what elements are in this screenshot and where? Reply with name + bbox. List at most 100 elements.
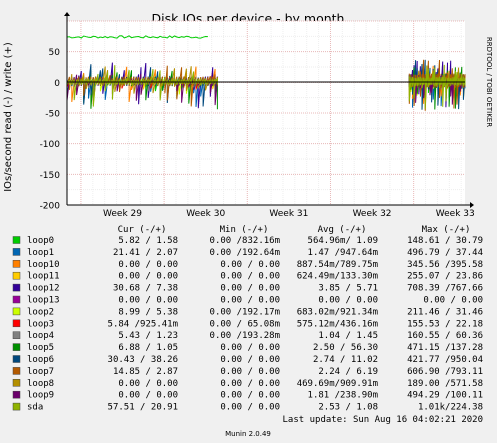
legend-avg-loop13: 0.00 / 0.00	[318, 296, 378, 306]
x-tick-label: Week 29	[103, 209, 142, 219]
legend-swatch-loop5	[12, 343, 21, 351]
legend-avg-loop0: 564.96m/ 1.09	[308, 236, 378, 246]
legend-swatch-loop9	[12, 390, 21, 399]
legend-swatch-loop2	[12, 307, 21, 316]
legend-name-loop6: loop6	[27, 355, 54, 365]
legend-max-loop2: 211.46 / 31.46	[407, 307, 483, 317]
legend-max-loop5: 471.15 /137.28	[407, 343, 483, 353]
legend-min-sda: 0.00 / 0.00	[220, 403, 280, 413]
legend-max-loop9: 494.29 /100.11	[407, 391, 483, 401]
legend-max-loop3: 155.53 / 22.18	[407, 319, 483, 329]
legend-cur-loop12: 30.68 / 7.38	[113, 284, 178, 294]
legend-name-loop13: loop13	[27, 296, 60, 306]
legend-avg-loop9: 1.81 /238.90m	[308, 391, 378, 401]
legend-name-loop0: loop0	[27, 236, 54, 246]
legend-cur-loop3: 5.84 /925.41m	[108, 319, 178, 329]
legend-avg-loop6: 2.74 / 11.02	[313, 355, 378, 365]
legend-cur-loop6: 30.43 / 38.26	[108, 355, 178, 365]
y-tick-label: 0	[54, 79, 60, 89]
legend-avg-loop11: 624.49m/133.30m	[297, 272, 378, 282]
legend-name-loop12: loop12	[27, 284, 60, 294]
legend-swatch-loop6	[12, 355, 21, 363]
legend-name-loop1: loop1	[27, 248, 54, 258]
legend-min-loop4: 0.00 /193.28m	[210, 331, 280, 341]
legend-avg-loop5: 2.50 / 56.30	[313, 343, 378, 353]
legend-cur-loop1: 21.41 / 2.07	[113, 248, 178, 258]
legend-cur-loop7: 14.85 / 2.87	[113, 367, 178, 377]
legend-min-loop10: 0.00 / 0.00	[220, 260, 280, 270]
legend-max-loop8: 189.00 /571.58	[407, 379, 483, 389]
legend-cur-loop2: 8.99 / 5.38	[118, 307, 178, 317]
legend-min-loop5: 0.00 / 0.00	[220, 343, 280, 353]
legend-max-loop6: 421.77 /950.04	[407, 355, 483, 365]
legend-header-max: Max (-/+)	[422, 225, 471, 235]
legend-name-loop2: loop2	[27, 307, 54, 317]
y-tick-label: -50	[45, 110, 60, 120]
legend-min-loop13: 0.00 / 0.00	[220, 296, 280, 306]
legend-min-loop12: 0.00 / 0.00	[220, 284, 280, 294]
legend-swatch-sda	[12, 402, 21, 411]
legend-min-loop0: 0.00 /832.16m	[210, 236, 280, 246]
y-tick-label: -150	[40, 171, 61, 181]
legend-swatch-loop11	[12, 271, 21, 280]
legend-swatch-loop0	[12, 236, 21, 244]
legend-max-loop4: 160.55 / 60.36	[407, 331, 483, 341]
legend-name-loop11: loop11	[27, 272, 60, 282]
legend-avg-loop3: 575.12m/436.16m	[297, 319, 378, 329]
y-tick-label: -200	[40, 202, 61, 212]
legend-swatch-loop3	[12, 319, 21, 328]
legend-name-sda: sda	[27, 403, 43, 413]
legend-max-loop10: 345.56 /395.58	[407, 260, 483, 270]
legend-cur-loop8: 0.00 / 0.00	[118, 379, 178, 389]
legend-avg-loop7: 2.24 / 6.19	[318, 367, 378, 377]
munin-version: Munin 2.0.49	[225, 430, 271, 438]
x-tick-label: Week 33	[436, 209, 475, 219]
last-update: Last update: Sun Aug 16 04:02:21 2020	[283, 415, 483, 425]
rrdtool-credit: RRDTOOL / TOBI OETIKER	[485, 37, 493, 127]
legend-max-loop1: 496.79 / 37.44	[407, 248, 483, 258]
legend-min-loop9: 0.00 / 0.00	[220, 391, 280, 401]
y-tick-label: -100	[40, 140, 61, 150]
legend-header-cur: Cur (-/+)	[118, 225, 167, 235]
legend-min-loop6: 0.00 / 0.00	[220, 355, 280, 365]
legend-cur-loop10: 0.00 / 0.00	[118, 260, 178, 270]
legend-cur-loop4: 5.43 / 1.23	[118, 331, 178, 341]
chart: Disk IOs per device - by month IOs/secon…	[0, 0, 497, 443]
legend-swatch-loop13	[12, 295, 21, 304]
legend-header-avg: Avg (-/+)	[318, 225, 367, 235]
legend-name-loop9: loop9	[27, 391, 54, 401]
legend-min-loop3: 0.00 / 65.08m	[210, 319, 280, 329]
legend-name-loop4: loop4	[27, 331, 54, 341]
legend-max-loop12: 708.39 /767.66	[407, 284, 483, 294]
legend-avg-loop8: 469.69m/909.91m	[297, 379, 378, 389]
legend-avg-loop12: 3.85 / 5.71	[318, 284, 378, 294]
x-tick-label: Week 30	[186, 209, 225, 219]
legend-swatch-loop4	[12, 331, 21, 339]
legend-avg-loop1: 1.47 /947.64m	[308, 248, 378, 258]
legend-max-loop11: 255.07 / 23.86	[407, 272, 483, 282]
legend-min-loop8: 0.00 / 0.00	[220, 379, 280, 389]
legend-max-loop7: 606.90 /793.11	[407, 367, 483, 377]
legend-header-min: Min (-/+)	[220, 225, 269, 235]
legend-swatch-loop10	[12, 260, 21, 268]
legend-avg-sda: 2.53 / 1.08	[318, 403, 378, 413]
legend-cur-loop13: 0.00 / 0.00	[118, 296, 178, 306]
legend-cur-loop5: 6.88 / 1.05	[118, 343, 178, 353]
x-tick-label: Week 32	[353, 209, 392, 219]
legend-cur-loop0: 5.82 / 1.58	[118, 236, 178, 246]
legend-cur-sda: 57.51 / 20.91	[108, 403, 178, 413]
legend-swatch-loop1	[12, 248, 21, 256]
legend-swatch-loop12	[12, 283, 21, 292]
legend-min-loop2: 0.00 /192.17m	[210, 307, 280, 317]
legend-min-loop7: 0.00 / 0.00	[220, 367, 280, 377]
legend-min-loop1: 0.00 /192.64m	[210, 248, 280, 258]
legend-name-loop10: loop10	[27, 260, 60, 270]
legend-avg-loop10: 887.54m/789.75m	[297, 260, 378, 270]
y-tick-label: 50	[49, 48, 61, 58]
legend-name-loop8: loop8	[27, 379, 54, 389]
legend-cur-loop11: 0.00 / 0.00	[118, 272, 178, 282]
legend-swatch-loop8	[12, 379, 21, 387]
legend-max-loop13: 0.00 / 0.00	[423, 296, 483, 306]
legend-swatch-loop7	[12, 367, 21, 375]
legend-avg-loop2: 683.02m/921.34m	[297, 307, 378, 317]
